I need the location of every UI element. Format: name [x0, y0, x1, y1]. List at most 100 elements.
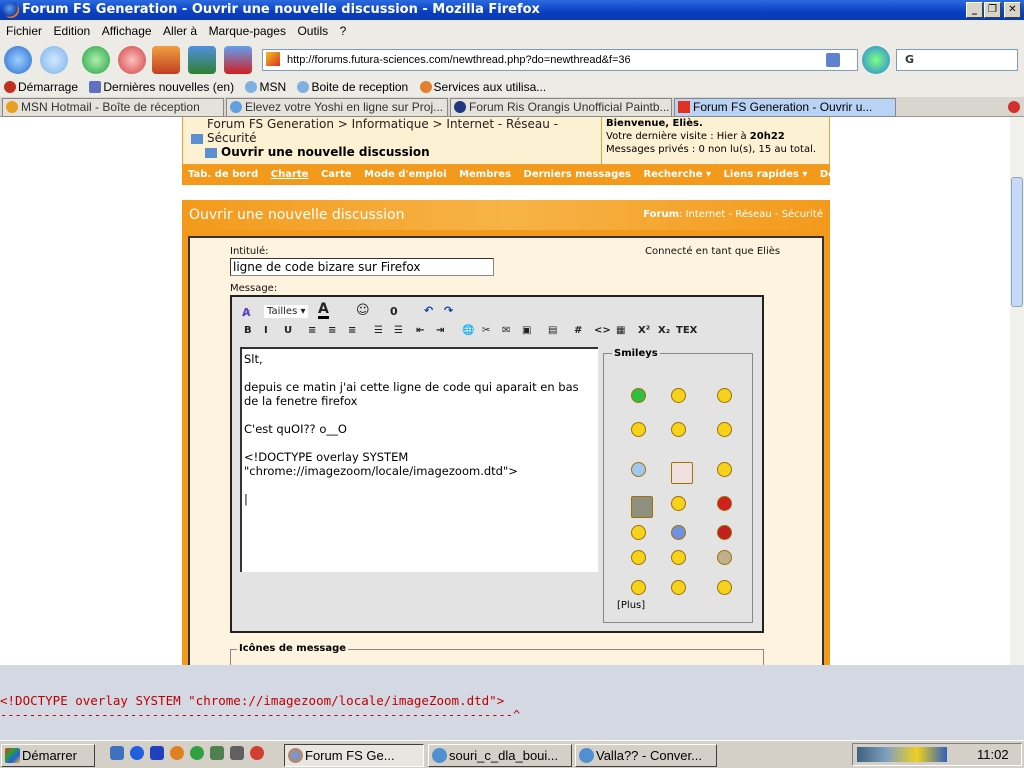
nav-carte[interactable]: Carte	[321, 169, 352, 180]
bookmark-boite-reception[interactable]: Boite de reception	[293, 80, 408, 94]
nav-tab-de-bord[interactable]: Tab. de bord	[188, 169, 258, 180]
italic-icon[interactable]: I	[264, 325, 268, 336]
message-textarea[interactable]: Slt, depuis ce matin j'ai cette ligne de…	[240, 347, 598, 572]
smiley-soldier-icon[interactable]	[631, 550, 646, 565]
subscript-icon[interactable]: X₂	[658, 325, 670, 336]
quicklaunch-icon[interactable]	[250, 746, 264, 760]
reload-icon[interactable]	[82, 46, 110, 74]
quicklaunch-icon[interactable]	[230, 746, 244, 760]
nav-derniers-messages[interactable]: Derniers messages	[524, 169, 631, 180]
tab-ris-orangis[interactable]: Forum Ris Orangis Unofficial Paintb...	[450, 98, 672, 117]
smiley-blue-sleepy-icon[interactable]	[671, 525, 686, 540]
nav-membres[interactable]: Membres	[459, 169, 511, 180]
unlink-icon[interactable]: ✂	[482, 325, 490, 336]
link-icon[interactable]: 🌐	[462, 325, 474, 336]
smiley-oops-icon[interactable]	[671, 580, 686, 595]
smiley-gun-icon[interactable]	[671, 422, 686, 437]
smiley-blush-icon[interactable]	[717, 422, 732, 437]
close-button[interactable]: ✕	[1004, 2, 1021, 18]
smiley-question-icon[interactable]	[631, 462, 646, 477]
unordered-list-icon[interactable]: ☰	[394, 325, 403, 336]
smiley-smile-icon[interactable]	[631, 525, 646, 540]
tray-icons[interactable]	[857, 747, 947, 762]
smiley-good-night-icon[interactable]	[631, 496, 653, 518]
menu-edition[interactable]: Edition	[54, 24, 91, 38]
tab-forum-fs[interactable]: Forum FS Generation - Ouvrir u...	[674, 98, 896, 117]
new-tab-icon[interactable]	[224, 46, 252, 74]
indent-icon[interactable]: ⇥	[436, 325, 444, 336]
html-icon[interactable]: <>	[594, 325, 611, 336]
minimize-button[interactable]: _	[966, 2, 983, 18]
print-icon[interactable]	[152, 46, 180, 74]
smiley-hands-up-icon[interactable]	[631, 580, 646, 595]
back-icon[interactable]	[4, 46, 32, 74]
align-center-icon[interactable]: ≡	[328, 325, 336, 336]
bold-icon[interactable]: B	[244, 325, 252, 336]
private-messages[interactable]: Messages privés : 0 non lu(s), 15 au tot…	[606, 143, 831, 156]
home-icon[interactable]	[188, 46, 216, 74]
bookmark-services[interactable]: Services aux utilisa...	[416, 80, 546, 94]
forum-path[interactable]: : Internet - Réseau - Sécurité	[679, 209, 823, 220]
image-icon[interactable]: ▣	[522, 325, 531, 336]
smiley-picker-icon[interactable]: ☺	[356, 303, 370, 318]
smiley-devil-icon[interactable]	[717, 525, 732, 540]
smiley-bide-icon[interactable]	[671, 462, 693, 484]
tex-icon[interactable]: TEX	[676, 325, 697, 336]
size-select[interactable]: Tailles ▾	[264, 305, 309, 318]
smiley-scared-icon[interactable]	[671, 550, 686, 565]
smiley-rabbit-icon[interactable]	[671, 388, 686, 403]
scrollbar-thumb[interactable]	[1011, 177, 1023, 307]
menu-marque-pages[interactable]: Marque-pages	[209, 24, 286, 38]
attach-icon[interactable]: 0	[390, 305, 398, 318]
smiley-dizzy-icon[interactable]	[717, 388, 732, 403]
start-button[interactable]: Démarrer	[1, 744, 95, 767]
nav-liens-rapides[interactable]: Liens rapides ▾	[724, 169, 808, 180]
underline-icon[interactable]: U	[284, 325, 292, 336]
quote-icon[interactable]: ▤	[548, 325, 557, 336]
text-color-icon[interactable]: A	[318, 302, 329, 319]
task-msn-2[interactable]: Valla?? - Conver...	[575, 744, 717, 767]
code-icon[interactable]: #	[574, 325, 582, 336]
undo-icon[interactable]: ↶	[424, 304, 433, 317]
nav-recherche[interactable]: Recherche ▾	[643, 169, 711, 180]
menu-aller[interactable]: Aller à	[163, 24, 197, 38]
nav-mode-emploi[interactable]: Mode d'emploi	[364, 169, 447, 180]
menu-outils[interactable]: Outils	[297, 24, 328, 38]
menu-help[interactable]: ?	[340, 24, 347, 38]
search-input[interactable]: G	[896, 49, 1018, 71]
smiley-confused-icon[interactable]	[631, 422, 646, 437]
align-left-icon[interactable]: ≡	[308, 325, 316, 336]
go-icon[interactable]	[862, 46, 890, 74]
smiley-bald-icon[interactable]	[717, 550, 732, 565]
smiley-grin-wave-icon[interactable]	[717, 580, 732, 595]
url-input[interactable]: http://forums.futura-sciences.com/newthr…	[262, 49, 858, 71]
remove-format-icon[interactable]: A̷	[242, 306, 251, 319]
close-tab-icon[interactable]	[1008, 101, 1020, 113]
firefox-icon[interactable]	[170, 746, 184, 760]
menu-affichage[interactable]: Affichage	[102, 24, 152, 38]
menu-fichier[interactable]: Fichier	[6, 24, 42, 38]
nav-deconnexion[interactable]: Déconnexion	[820, 169, 893, 180]
maximize-button[interactable]: ❐	[984, 2, 1001, 18]
bookmark-demarrage[interactable]: Démarrage	[0, 80, 78, 94]
rss-icon[interactable]	[826, 53, 840, 67]
superscript-icon[interactable]: X²	[638, 325, 650, 336]
vertical-scrollbar[interactable]	[1010, 117, 1024, 665]
smiley-tongue-icon[interactable]	[717, 462, 732, 477]
email-icon[interactable]: ✉	[502, 325, 510, 336]
smiley-cool-red-icon[interactable]	[717, 496, 732, 511]
more-smileys-link[interactable]: [Plus]	[617, 600, 645, 611]
title-input[interactable]: ligne de code bizare sur Firefox	[230, 258, 494, 276]
ordered-list-icon[interactable]: ☰	[374, 325, 383, 336]
ie-icon[interactable]	[130, 746, 144, 760]
task-firefox[interactable]: Forum FS Ge...	[284, 744, 424, 767]
bookmark-msn[interactable]: MSN	[241, 80, 286, 94]
smiley-green-grin-icon[interactable]	[631, 388, 646, 403]
php-icon[interactable]: ▦	[616, 325, 625, 336]
breadcrumb[interactable]: Forum FS Generation > Informatique > Int…	[207, 117, 587, 145]
quicklaunch-icon[interactable]	[150, 746, 164, 760]
bookmark-dernieres-nouvelles[interactable]: Dernières nouvelles (en)	[85, 80, 234, 94]
outdent-icon[interactable]: ⇤	[416, 325, 424, 336]
align-right-icon[interactable]: ≡	[348, 325, 356, 336]
tab-msn-hotmail[interactable]: MSN Hotmail - Boîte de réception	[2, 98, 224, 117]
